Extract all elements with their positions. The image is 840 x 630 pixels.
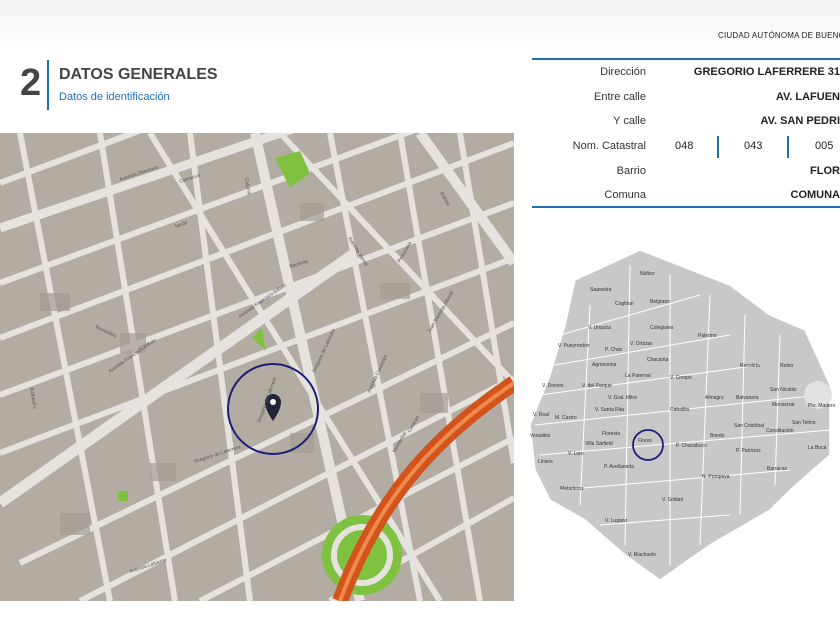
section-divider: [47, 60, 49, 110]
row-comuna: Comuna COMUNA: [532, 183, 840, 207]
street: [415, 133, 514, 266]
street-map[interactable]: Avenida Directorio Avenida Francisco Bil…: [0, 133, 514, 601]
section-number: 2: [20, 62, 42, 104]
barrio-label: Núñez: [640, 271, 655, 277]
barrio-label: Saavedra: [590, 287, 612, 293]
direccion-value: GREGORIO LAFERRERE 31: [693, 66, 840, 78]
street-label: Bacacay: [289, 258, 310, 270]
entre-calle-value: AV. LAFUEN: [775, 91, 840, 103]
row-nom-catastral: Nom. Catastral 048 043 005: [532, 134, 840, 158]
info-table: Dirección GREGORIO LAFERRERE 31 Entre ca…: [532, 58, 840, 210]
catastral-separator: [717, 136, 719, 158]
street-map-canvas: Avenida Directorio Avenida Francisco Bil…: [0, 133, 514, 601]
barrio-label: V. Gral. Mitre: [608, 395, 637, 401]
barrio-label: V. Urquiza: [588, 325, 611, 331]
street-label: Tandil: [174, 220, 188, 230]
barrio-label: La Boca: [808, 445, 827, 451]
barrio-label: V. del Parque: [582, 383, 612, 389]
barrio-label: Colegiales: [650, 325, 674, 331]
row-entre-calle: Entre calle AV. LAFUEN: [532, 85, 840, 109]
barrios-map: Núñez Saavedra Coghlan Belgrano V. Urqui…: [530, 245, 840, 590]
barrio-label: V. Devoto: [542, 383, 564, 389]
top-band: [0, 0, 840, 52]
barrio-label: P. Avellaneda: [604, 464, 634, 470]
y-calle-value: AV. SAN PEDRI: [760, 115, 840, 127]
y-calle-label: Y calle: [613, 115, 646, 127]
barrio-label: Mataderos: [560, 486, 584, 492]
barrio-label: Retiro: [780, 363, 794, 369]
entre-calle-label: Entre calle: [594, 91, 646, 103]
barrio-label: Floresta: [602, 431, 621, 437]
street-label: Balbastro: [28, 387, 38, 409]
street-label: Remedios: [94, 324, 117, 339]
building: [40, 293, 70, 311]
barrio-label: Balvanera: [736, 395, 759, 401]
catastral-label: Nom. Catastral: [572, 140, 646, 152]
comuna-value: COMUNA: [790, 189, 840, 201]
barrio-label: V. Real: [533, 412, 549, 418]
barrio-label: Agronomía: [592, 362, 617, 368]
street-label: Avenida Lafuente: [129, 557, 168, 575]
barrio-label: Recoleta: [740, 363, 760, 369]
catastral-seccion: 048: [675, 140, 694, 152]
barrio-label: V. Soldati: [662, 497, 683, 503]
row-barrio: Barrio FLOR: [532, 159, 840, 183]
barrio-label: Coghlan: [615, 301, 634, 307]
barrio-label: Boedo: [710, 433, 725, 439]
barrio-label: V. Riachuelo: [628, 552, 656, 558]
barrio-label: V. Santa Rita: [595, 407, 625, 413]
row-y-calle: Y calle AV. SAN PEDRI: [532, 109, 840, 133]
barrio-label: Villa Sárfield: [585, 441, 613, 447]
barrio-label: San Nicolás: [770, 387, 797, 393]
barrio-label: Almagro: [705, 395, 724, 401]
catastral-manzana: 043: [744, 140, 763, 152]
barrio-value: FLOR: [810, 165, 840, 177]
building: [380, 283, 410, 299]
barrio-label: P. Chas: [605, 347, 623, 353]
row-direccion: Dirección GREGORIO LAFERRERE 31: [532, 60, 840, 84]
barrio-label: Belgrano: [650, 299, 671, 305]
building: [150, 463, 176, 481]
park: [118, 491, 128, 501]
barrio-label: P. Patricios: [736, 448, 761, 454]
building: [60, 513, 90, 535]
barrio-label: Flores: [638, 438, 652, 444]
barrio-label: Caballito: [670, 407, 690, 413]
park: [252, 328, 266, 351]
barrio-label: N. Pompeya: [702, 474, 730, 480]
barrio-label: La Paternal: [625, 373, 651, 379]
section-title: DATOS GENERALES: [59, 66, 218, 83]
city-header: CIUDAD AUTÓNOMA DE BUENOS: [718, 31, 840, 40]
barrio-label: Barracas: [767, 466, 788, 472]
street-label: Bolivar: [438, 191, 451, 208]
barrio-label: Versalles: [530, 433, 551, 439]
info-bottom-rule: [532, 206, 840, 208]
barrio-label: Monserrat: [772, 402, 795, 408]
direccion-label: Dirección: [600, 66, 646, 78]
barrio-label: V. Ortúzar: [630, 341, 653, 347]
building: [420, 393, 448, 413]
barrio-label: P. Chacabuco: [676, 443, 707, 449]
barrio-label: San Cristóbal: [734, 423, 765, 429]
barrio-label: Liniers: [538, 459, 553, 465]
section-subtitle: Datos de identificación: [59, 91, 170, 103]
barrio-label: San Telmo: [792, 420, 816, 426]
barrio-label: M. Castro: [555, 415, 577, 421]
barrio-label: Chacarita: [647, 357, 669, 363]
barrio-label: Pto. Madero: [808, 403, 836, 409]
building: [300, 203, 324, 221]
barrio-label: Palermo: [698, 333, 717, 339]
catastral-separator: [787, 136, 789, 158]
barrio-label: Constitución: [766, 428, 794, 434]
barrio-label: V. Crespo: [670, 375, 692, 381]
catastral-parcela: 005: [815, 140, 834, 152]
barrio-label: V. Luro: [568, 451, 584, 457]
barrio-label: Barrio: [616, 165, 646, 177]
barrio-label: V. Lugano: [605, 518, 628, 524]
comuna-label: Comuna: [604, 189, 646, 201]
barrio-label: V. Pueyrredón: [558, 343, 590, 349]
